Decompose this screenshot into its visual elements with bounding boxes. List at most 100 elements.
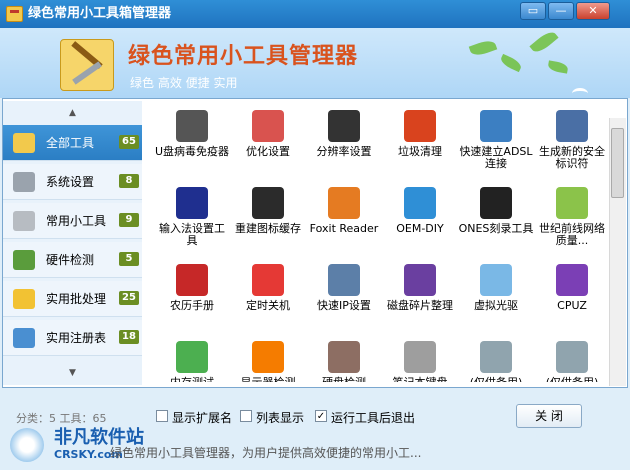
footer: 分类：5 工具：65 显示扩展名 列表显示 ✓ 运行工具后退出 关 闭 非凡软件… — [0, 388, 630, 470]
tool-tile[interactable]: 快速IP设置 — [306, 260, 382, 334]
tool-tile[interactable]: 磁盘碎片整理 — [382, 260, 458, 334]
star-icon — [13, 289, 35, 309]
tools-scrollbar[interactable] — [609, 118, 626, 386]
count-badge: 65 — [119, 135, 139, 149]
sidebar-item-label: 实用批处理 — [46, 292, 107, 306]
sidebar-scroll-down[interactable]: ▼ — [3, 363, 142, 383]
tool-tile[interactable]: Foxit Reader — [306, 183, 382, 257]
checkbox-box[interactable]: ✓ — [315, 410, 327, 422]
defrag-icon — [404, 264, 436, 296]
foxit-icon — [328, 187, 360, 219]
status-text: 分类：5 工具：65 — [16, 412, 107, 425]
chip-icon — [13, 250, 35, 270]
sidebar-item-label: 硬件检测 — [46, 253, 95, 267]
leaf-decoration — [498, 53, 524, 73]
toolbox-icon — [13, 133, 35, 153]
tool-tile[interactable]: 生成新的安全标识符 — [534, 106, 609, 180]
sidebar-item[interactable]: 实用批处理 25 — [3, 281, 142, 317]
sidebar-scroll-up[interactable]: ▲ — [3, 103, 142, 123]
tool-tile[interactable]: 硬盘检测 — [306, 337, 382, 382]
checkbox-label: 运行工具后退出 — [331, 411, 416, 425]
sidebar-item[interactable]: 实用注册表 18 — [3, 320, 142, 356]
sidebar-item-label: 常用小工具 — [46, 214, 107, 228]
flower-icon — [556, 187, 588, 219]
tool-label: 显示器检测 — [230, 377, 306, 383]
tool-tile[interactable]: 重建图标缓存 — [230, 183, 306, 257]
setting-icon — [480, 341, 512, 373]
count-badge: 18 — [119, 330, 139, 344]
minimize-button[interactable]: — — [548, 2, 574, 20]
tool-tile[interactable]: 虚拟光驱 — [458, 260, 534, 334]
tool-label: 生成新的安全标识符 — [539, 145, 605, 170]
scrollbar-thumb[interactable] — [611, 128, 624, 198]
tool-label: Foxit Reader — [309, 222, 379, 235]
banner: 绿色常用小工具管理器 绿色 高效 便捷 实用 — [0, 28, 630, 98]
tools-grid: U盘病毒免疫器 优化设置 分辨率设置 垃圾清理 快速建立ADSL连接 生成新的安全标识符输… — [154, 106, 609, 382]
sidebar-item[interactable]: 全部工具 65 — [3, 125, 142, 161]
tool-tile[interactable]: 垃圾清理 — [382, 106, 458, 180]
count-badge: 5 — [119, 252, 139, 266]
gears-icon — [13, 172, 35, 192]
tool-label: 农历手册 — [170, 299, 214, 312]
tool-label: 硬盘检测 — [306, 377, 382, 383]
tool-tile[interactable]: 输入法设置工具 — [154, 183, 230, 257]
window-title: 绿色常用小工具箱管理器 — [28, 6, 172, 21]
chat-button[interactable]: ▭ — [520, 2, 546, 20]
close-window-button[interactable]: ✕ — [576, 2, 610, 20]
tool-tile[interactable]: 优化设置 — [230, 106, 306, 180]
watermark-logo-icon — [10, 428, 44, 462]
close-button[interactable]: 关 闭 — [516, 404, 582, 428]
tool-tile[interactable]: 分辨率设置 — [306, 106, 382, 180]
tool-tile[interactable]: CPUZ — [534, 260, 609, 334]
tool-label: 内存测试 — [154, 377, 230, 383]
wrench-icon — [13, 211, 35, 231]
tool-label: U盘病毒免疫器 — [154, 145, 230, 158]
tool-tile[interactable]: 快速建立ADSL连接 — [458, 106, 534, 180]
tool-label: CPUZ — [557, 299, 587, 312]
leaf-decoration — [547, 60, 569, 74]
power-icon — [252, 264, 284, 296]
setting-icon — [556, 341, 588, 373]
tool-tile[interactable]: (仅供备用) — [534, 337, 609, 382]
sidebar-item[interactable]: 硬件检测 5 — [3, 242, 142, 278]
globe-icon — [404, 187, 436, 219]
tool-tile[interactable]: 显示器检测 — [230, 337, 306, 382]
tool-label: 快速IP设置 — [317, 299, 371, 312]
shield-icon — [252, 110, 284, 142]
checkbox-box[interactable] — [240, 410, 252, 422]
sidebar-item[interactable]: 常用小工具 9 — [3, 203, 142, 239]
checkbox-box[interactable] — [156, 410, 168, 422]
tool-label: 优化设置 — [246, 145, 290, 158]
tool-label: 重建图标缓存 — [235, 222, 301, 235]
leaf-decoration — [468, 37, 498, 59]
syringe-icon — [176, 110, 208, 142]
tool-tile[interactable]: U盘病毒免疫器 — [154, 106, 230, 180]
sidebar-item[interactable]: 系统设置 8 — [3, 164, 142, 200]
calendar-icon — [176, 264, 208, 296]
tool-tile[interactable]: ONES刻录工具 — [458, 183, 534, 257]
tool-tile[interactable]: 世纪前线网络质量... — [534, 183, 609, 257]
check-icon — [176, 341, 208, 373]
tool-tile[interactable]: (仅供备用) — [458, 337, 534, 382]
count-badge: 8 — [119, 174, 139, 188]
leaf-decoration — [529, 28, 559, 56]
tool-tile[interactable]: 笔记本键盘 — [382, 337, 458, 382]
ones-icon — [480, 187, 512, 219]
tool-label: 分辨率设置 — [316, 145, 372, 158]
tool-tile[interactable]: 农历手册 — [154, 260, 230, 334]
title-bar[interactable]: 绿色常用小工具箱管理器 ▭ — ✕ — [0, 0, 630, 28]
banner-title: 绿色常用小工具管理器 — [128, 44, 359, 69]
tool-tile[interactable]: 定时关机 — [230, 260, 306, 334]
computer-icon — [556, 110, 588, 142]
ccleaner-icon — [404, 110, 436, 142]
bird-icon — [572, 88, 588, 98]
tool-tile[interactable]: 内存测试 — [154, 337, 230, 382]
tool-tile[interactable]: OEM-DIY — [382, 183, 458, 257]
question-icon — [176, 187, 208, 219]
display-icon — [252, 341, 284, 373]
tool-label: 输入法设置工具 — [159, 222, 225, 247]
keyboard-icon — [404, 341, 436, 373]
p-icon — [252, 187, 284, 219]
tool-label: 磁盘碎片整理 — [387, 299, 453, 312]
app-window: 绿色常用小工具箱管理器 ▭ — ✕ 绿色常用小工具管理器 绿色 高效 便捷 实用… — [0, 0, 630, 470]
